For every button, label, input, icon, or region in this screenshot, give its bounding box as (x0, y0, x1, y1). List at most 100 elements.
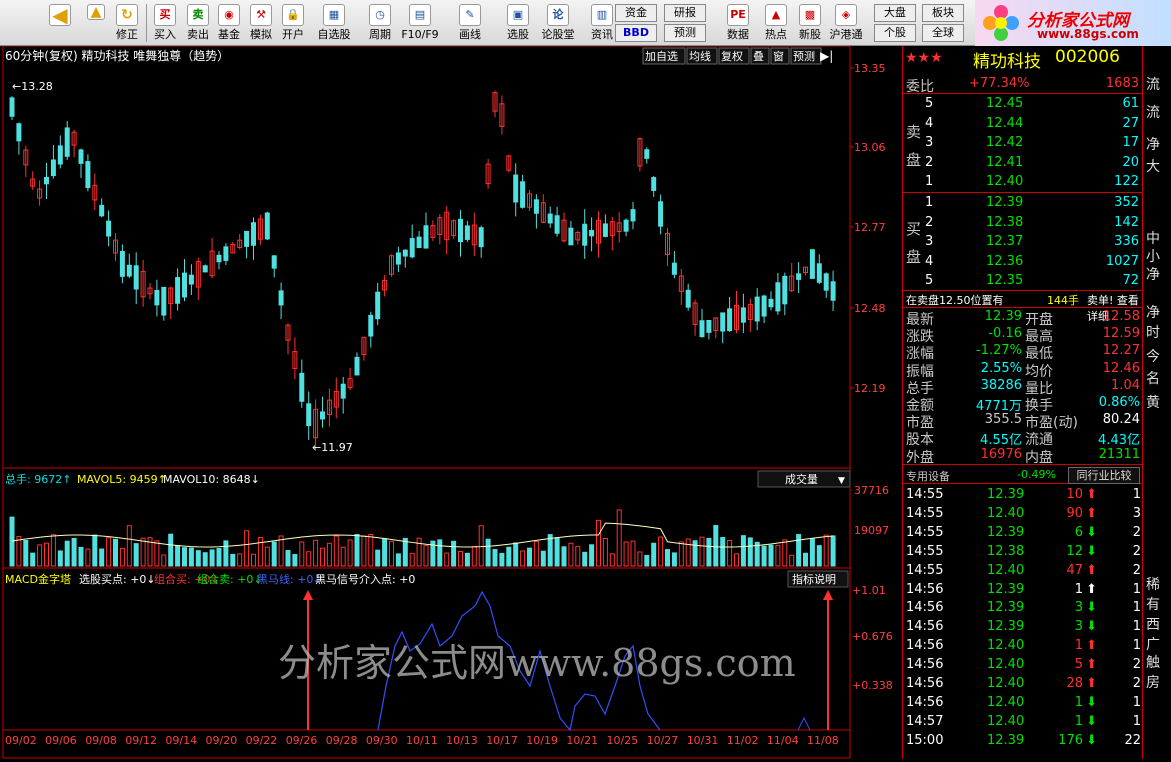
volume-bar (64, 540, 70, 567)
tick-row[interactable]: 14:56 12.40 5 ⬆ 2 (903, 656, 1143, 674)
price-tick: 12.48 (854, 302, 886, 315)
volume-bar (644, 554, 650, 567)
tick-row[interactable]: 14:55 12.39 6 ⬇ 2 (903, 524, 1143, 542)
stock-button[interactable]: 个股 (874, 24, 916, 42)
simulate-button[interactable]: ⚒ 模拟 (246, 2, 276, 44)
macd-tick: +0.338 (852, 679, 893, 692)
select-stock-button[interactable]: ▣ 选股 (498, 2, 538, 44)
candle (99, 204, 105, 217)
candle (547, 213, 553, 224)
ipo-button[interactable]: ▩ 新股 (790, 2, 830, 44)
correct-button[interactable]: ↻ 修正 (112, 2, 142, 44)
sell-row[interactable]: 2 12.41 20 (903, 154, 1143, 172)
buy-cell: 3 (925, 234, 934, 249)
expand-icon[interactable]: ▶| (820, 49, 833, 63)
watchlist-button[interactable]: ▦ 自选股 (314, 2, 354, 44)
candle (119, 250, 125, 277)
sell-label: 卖出 (187, 28, 209, 41)
tick-volume: 176 (1058, 732, 1083, 748)
tick-volume: 5 (1074, 657, 1083, 673)
buy-row[interactable]: 5 12.35 72 (903, 272, 1143, 290)
buy-row[interactable]: 3 12.37 336 (903, 233, 1143, 251)
buy-row[interactable]: 4 12.36 1027 (903, 253, 1143, 271)
buy-cell: 12.37 (986, 234, 1024, 249)
tick-row[interactable]: 14:55 12.39 10 ⬆ 1 (903, 486, 1143, 504)
research-button[interactable]: 研报 (664, 4, 706, 22)
tick-row[interactable]: 14:55 12.40 47 ⬆ 2 (903, 562, 1143, 580)
buy-row[interactable]: 1 12.39 352 (903, 194, 1143, 212)
tick-row[interactable]: 14:55 12.40 90 ⬆ 3 (903, 505, 1143, 523)
tick-row[interactable]: 14:56 12.39 3 ⬇ 1 (903, 618, 1143, 636)
edge-label: 流 (1146, 105, 1160, 121)
bbd-button[interactable]: BBD (615, 24, 657, 42)
tick-row[interactable]: 14:57 12.40 1 ⬇ 1 (903, 713, 1143, 731)
volume-bar (395, 553, 401, 567)
tick-row[interactable]: 14:56 12.39 3 ⬇ 1 (903, 599, 1143, 617)
back-button[interactable]: ◀ (42, 2, 78, 44)
predict-button[interactable]: 预测 (664, 24, 706, 42)
logo: 分析家公式网 www.88gs.com (975, 0, 1171, 46)
sector-name[interactable]: 专用设备 (906, 468, 950, 484)
stat-value: 1.04 (1111, 377, 1140, 393)
tick-volume: 12 (1066, 543, 1083, 559)
period-button[interactable]: ◷ 周期 (360, 2, 400, 44)
stats-table: 最新 12.39 开盘 12.58 涨跌 -0.16 最高 12.59 涨幅 -1.27% 最低 12… (903, 309, 1143, 466)
volume-bar (23, 540, 29, 567)
hot-icon: ▲ (765, 4, 787, 26)
candle (754, 296, 760, 322)
volume-bar (589, 544, 595, 567)
sell-row[interactable]: 4 12.44 27 (903, 115, 1143, 133)
edge-label: 今 (1146, 349, 1160, 365)
fund-button[interactable]: ◉ 基金 (214, 2, 244, 44)
tick-list[interactable]: 14:55 12.39 10 ⬆ 1 14:55 12.40 90 ⬆ 3 14:55 12.39 6 ⬇… (903, 486, 1143, 759)
volume-bar (92, 534, 98, 567)
global-button[interactable]: 全球 (922, 24, 964, 42)
volume-info: 总手: 9672↑ (5, 472, 71, 486)
sell-row[interactable]: 3 12.42 17 (903, 134, 1143, 152)
draw-button[interactable]: ✎ 画线 (450, 2, 490, 44)
volume-bar (513, 542, 519, 567)
sell-row[interactable]: 1 12.40 122 (903, 173, 1143, 191)
volume-bar (154, 540, 160, 567)
notice-text: 在卖盘12.50位置有 (906, 294, 1004, 307)
tick-row[interactable]: 14:56 12.39 1 ⬆ 1 (903, 581, 1143, 599)
market-button[interactable]: 大盘 (874, 4, 916, 22)
buy-row[interactable]: 2 12.38 142 (903, 214, 1143, 232)
buy-cell: 72 (1122, 273, 1139, 288)
volume-select-label: 成交量 (785, 472, 818, 486)
sell-cell: 27 (1122, 115, 1139, 131)
macd-info: 选股买点: +0↓ (79, 573, 156, 586)
edge-label: 名 (1146, 371, 1160, 387)
volume-bar (547, 534, 553, 567)
sector-button[interactable]: 板块 (922, 4, 964, 22)
volume-bar (451, 540, 457, 567)
order-notice[interactable]: 在卖盘12.50位置有 144手 卖单! 查看详细 (903, 291, 1143, 323)
compare-button[interactable]: 同行业比较 (1068, 467, 1140, 484)
forum-button[interactable]: 论论股堂 (538, 2, 578, 44)
tick-row[interactable]: 14:56 12.40 1 ⬆ 1 (903, 637, 1143, 655)
f10-button[interactable]: ▤ F10/F9 (400, 2, 440, 44)
toolbar: ◀ ▲ ↻ 修正 买买入卖卖出 ◉ 基金 ⚒ 模拟 🔒 开户 ▦ 自选股 ◷ 周期 ▤ F10/F9 ✎ 画线… (0, 0, 1171, 46)
tick-row[interactable]: 15:00 12.39 176 ⬇ 22 (903, 732, 1143, 750)
sell-row[interactable]: 5 12.45 61 (903, 95, 1143, 113)
tick-price: 12.40 (987, 505, 1025, 521)
tick-row[interactable]: 14:56 12.40 28 ⬆ 2 (903, 675, 1143, 693)
hk-connect-button[interactable]: ◈ 沪港通 (826, 2, 866, 44)
tick-row[interactable]: 14:55 12.38 12 ⬇ 2 (903, 543, 1143, 561)
candle (78, 149, 84, 164)
buy-cell: 1027 (1105, 253, 1139, 269)
arrow-down-icon: ⬇ (1086, 543, 1097, 559)
up-button[interactable]: ▲ (84, 2, 108, 44)
tick-count: 1 (1132, 694, 1141, 710)
tick-row[interactable]: 14:56 12.40 1 ⬇ 1 (903, 694, 1143, 712)
stat-value: 12.46 (1102, 360, 1140, 376)
candle (775, 282, 781, 312)
candle (368, 314, 374, 337)
fund-button[interactable]: 资金 (615, 4, 657, 22)
kline-chart[interactable]: 60分钟(复权) 精功科技 唯舞独尊（趋势） 加自选 均线 复权叠窗预测 ▶| 13.35… (0, 45, 900, 759)
buy-button[interactable]: 买买入 (150, 2, 180, 44)
data-button[interactable]: PE 数据 (718, 2, 758, 44)
volume-bar (823, 534, 829, 567)
sell-button[interactable]: 卖卖出 (183, 2, 213, 44)
open-account-button[interactable]: 🔒 开户 (278, 2, 308, 44)
